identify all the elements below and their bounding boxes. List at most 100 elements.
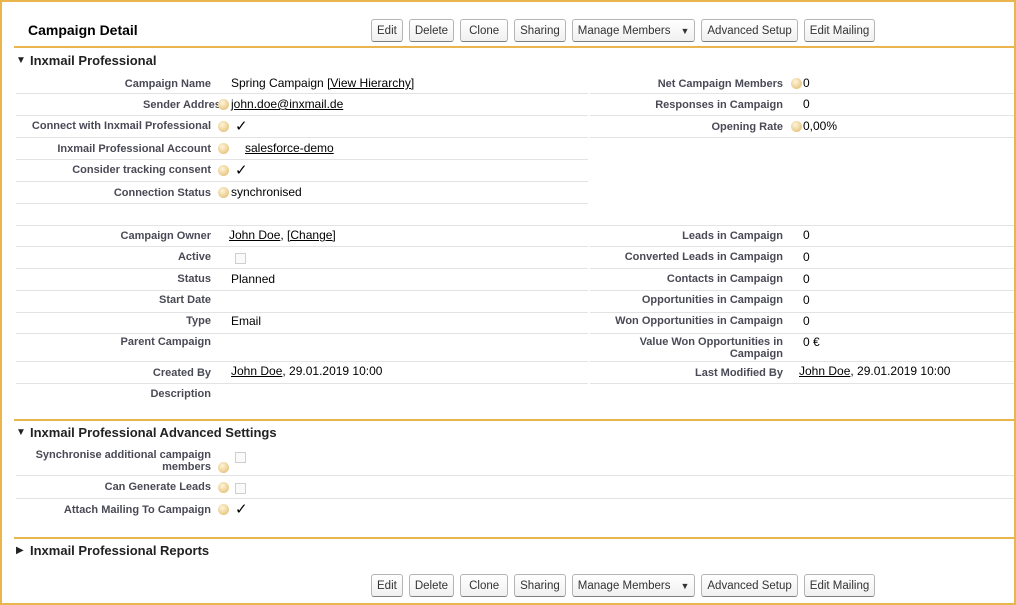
campaign-name-text: Spring Campaign bbox=[231, 76, 324, 90]
advanced-setup-button[interactable]: Advanced Setup bbox=[701, 574, 798, 597]
sharing-button[interactable]: Sharing bbox=[514, 19, 566, 42]
edit-button[interactable]: Edit bbox=[371, 19, 403, 42]
manage-members-button[interactable]: Manage Members ▼ bbox=[571, 19, 696, 42]
connect-inxmail-label-text: Connect with Inxmail Professional bbox=[31, 120, 211, 132]
edit-mailing-button[interactable]: Edit Mailing bbox=[803, 19, 876, 42]
advanced-setup-button[interactable]: Advanced Setup bbox=[701, 19, 798, 42]
value-won-label: Value Won Opportunities in Campaign bbox=[639, 336, 783, 360]
field-row: Opening Rate 0,00% bbox=[590, 116, 1014, 138]
section-inxmail-header[interactable]: ▼ Inxmail Professional bbox=[16, 53, 156, 68]
field-row: Active bbox=[16, 247, 588, 269]
generate-leads-label: Can Generate Leads bbox=[104, 481, 211, 493]
net-members-value: 0 bbox=[803, 76, 810, 90]
edit-button[interactable]: Edit bbox=[371, 574, 403, 597]
converted-leads-label: Converted Leads in Campaign bbox=[624, 251, 783, 263]
responses-label: Responses in Campaign bbox=[655, 99, 783, 111]
generate-leads-checkbox bbox=[235, 483, 246, 494]
section-reports-header[interactable]: ▶ Inxmail Professional Reports bbox=[16, 543, 209, 558]
net-members-label: Net Campaign Members bbox=[657, 78, 783, 90]
inxmail-account-link[interactable]: salesforce-demo bbox=[245, 141, 334, 155]
section-inxmail-title: Inxmail Professional bbox=[30, 53, 157, 68]
value-won-value: 0 € bbox=[803, 335, 820, 349]
field-row: Type Email bbox=[16, 312, 588, 334]
opportunities-value: 0 bbox=[803, 293, 810, 307]
page-title: Campaign Detail bbox=[28, 22, 138, 38]
created-by-link[interactable]: John Doe bbox=[231, 364, 282, 378]
sync-members-checkbox bbox=[235, 452, 246, 463]
clone-button[interactable]: Clone bbox=[460, 574, 509, 597]
field-row: Leads in Campaign 0 bbox=[590, 225, 1014, 247]
help-icon[interactable] bbox=[791, 121, 802, 132]
sharing-button[interactable]: Sharing bbox=[514, 574, 566, 597]
campaign-owner-link[interactable]: John Doe bbox=[229, 228, 280, 242]
connection-status-label: Connection Status bbox=[113, 187, 211, 199]
delete-button[interactable]: Delete bbox=[408, 19, 455, 42]
help-icon[interactable] bbox=[218, 482, 229, 493]
help-icon[interactable] bbox=[791, 78, 802, 89]
field-row: Inxmail Professional Account salesforce-… bbox=[16, 138, 588, 160]
delete-button[interactable]: Delete bbox=[408, 574, 455, 597]
help-icon[interactable] bbox=[218, 187, 229, 198]
clone-button[interactable]: Clone bbox=[460, 19, 509, 42]
field-row: Responses in Campaign 0 bbox=[590, 94, 1014, 116]
leads-label: Leads in Campaign bbox=[682, 230, 783, 242]
triangle-down-icon: ▼ bbox=[16, 427, 26, 438]
contacts-label: Contacts in Campaign bbox=[666, 273, 783, 285]
start-date-label: Start Date bbox=[159, 294, 211, 306]
field-row: Start Date bbox=[16, 291, 588, 313]
field-row: Connection Status synchronised bbox=[16, 182, 588, 204]
won-opportunities-value: 0 bbox=[803, 314, 810, 328]
converted-leads-value: 0 bbox=[803, 250, 810, 264]
status-value: Planned bbox=[231, 272, 276, 286]
field-row: Synchronise additional campaign members bbox=[16, 446, 1014, 476]
section-advanced-header[interactable]: ▼ Inxmail Professional Advanced Settings bbox=[16, 425, 277, 440]
campaign-owner-label: Campaign Owner bbox=[120, 230, 211, 242]
field-row: Value Won Opportunities in Campaign 0 € bbox=[590, 333, 1014, 362]
field-row: Sender Address john.doe@inxmail.de bbox=[16, 94, 588, 116]
sync-members-label: Synchronise additional campaign members bbox=[35, 449, 211, 473]
opening-rate-value: 0,00% bbox=[803, 119, 838, 133]
responses-value: 0 bbox=[803, 97, 810, 111]
last-modified-link[interactable]: John Doe bbox=[799, 364, 850, 378]
change-owner-link[interactable]: [Change] bbox=[287, 228, 336, 242]
help-icon[interactable] bbox=[218, 143, 229, 154]
field-row: Parent Campaign bbox=[16, 333, 588, 362]
field-row: Campaign Owner John Doe, [Change] bbox=[16, 225, 588, 247]
won-opportunities-label: Won Opportunities in Campaign bbox=[615, 315, 783, 327]
leads-value: 0 bbox=[803, 228, 810, 242]
last-modified-date: , 29.01.2019 10:00 bbox=[850, 364, 951, 378]
parent-campaign-label: Parent Campaign bbox=[120, 336, 211, 348]
description-label: Description bbox=[150, 388, 211, 400]
field-row: Created By John Doe, 29.01.2019 10:00 bbox=[16, 362, 588, 384]
campaign-name-label: Campaign Name bbox=[124, 78, 211, 90]
opening-rate-label: Opening Rate bbox=[711, 121, 783, 133]
created-by-label: Created By bbox=[152, 367, 211, 379]
help-icon[interactable] bbox=[218, 165, 229, 176]
chevron-down-icon: ▼ bbox=[680, 25, 690, 36]
chevron-down-icon: ▼ bbox=[680, 580, 690, 591]
manage-members-button[interactable]: Manage Members ▼ bbox=[571, 574, 696, 597]
connect-inxmail-label: Connect with Inxmail Professional bbox=[0, 120, 211, 132]
help-icon[interactable] bbox=[218, 462, 229, 473]
help-icon[interactable] bbox=[218, 99, 229, 110]
field-row: Description bbox=[16, 384, 588, 406]
attach-mailing-checkmark: ✓ bbox=[235, 501, 248, 518]
help-icon[interactable] bbox=[218, 121, 229, 132]
field-row: Last Modified By John Doe, 29.01.2019 10… bbox=[590, 362, 1014, 384]
top-button-bar: Edit Delete Clone Sharing Manage Members… bbox=[371, 19, 876, 43]
edit-mailing-button[interactable]: Edit Mailing bbox=[803, 574, 876, 597]
type-value: Email bbox=[231, 314, 262, 328]
triangle-right-icon: ▶ bbox=[16, 545, 24, 556]
field-row: Connect with Inxmail Professional ✓ bbox=[16, 116, 588, 138]
field-row: Can Generate Leads bbox=[16, 477, 1014, 499]
field-row: Campaign Name Spring Campaign [View Hier… bbox=[16, 72, 588, 94]
view-hierarchy-link[interactable]: [View Hierarchy] bbox=[327, 76, 414, 90]
field-row: Converted Leads in Campaign 0 bbox=[590, 247, 1014, 269]
help-icon[interactable] bbox=[218, 504, 229, 515]
attach-mailing-label: Attach Mailing To Campaign bbox=[63, 504, 211, 516]
field-row: Opportunities in Campaign 0 bbox=[590, 291, 1014, 313]
sender-address-link[interactable]: john.doe@inxmail.de bbox=[231, 97, 343, 111]
spacer-row bbox=[16, 204, 1014, 226]
sender-address-label: Sender Address bbox=[143, 99, 227, 111]
field-row: Attach Mailing To Campaign ✓ bbox=[16, 499, 1014, 521]
